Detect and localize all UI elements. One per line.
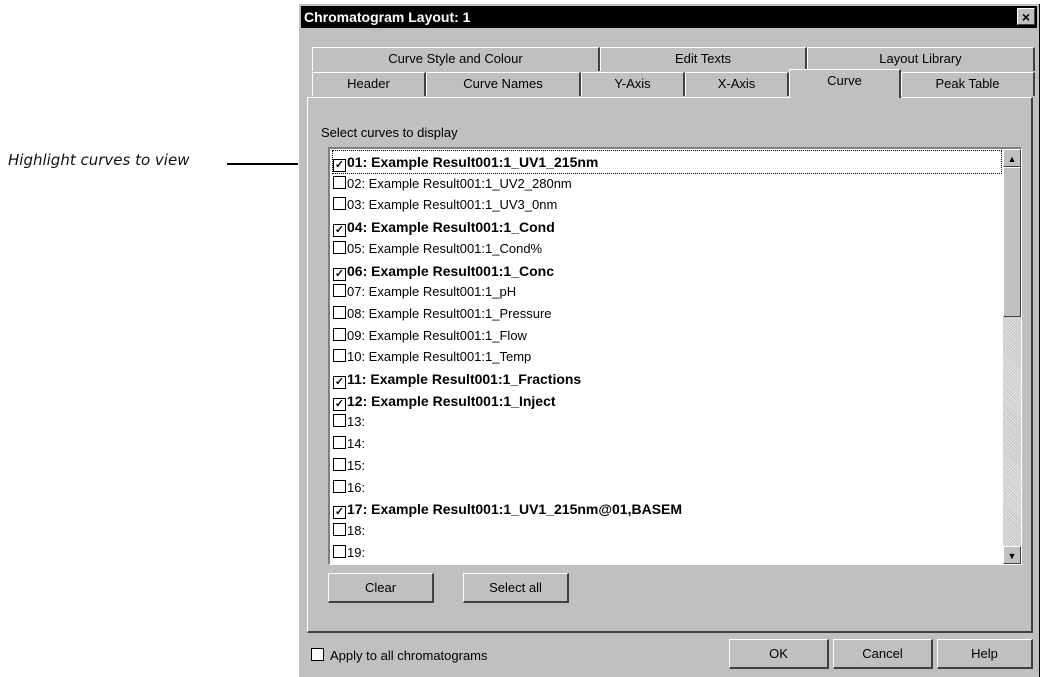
list-item[interactable]: 03: Example Result001:1_UV3_0nm bbox=[333, 194, 1001, 216]
checkbox-checked[interactable]: ✓ bbox=[333, 267, 346, 281]
list-item[interactable]: 09: Example Result001:1_Flow bbox=[333, 325, 1001, 347]
tab-x-axis[interactable]: X-Axis bbox=[685, 72, 789, 96]
checkbox-checked[interactable]: ✓ bbox=[333, 224, 346, 238]
tab-label: Curve bbox=[827, 73, 862, 88]
scroll-up-button[interactable]: ▲ bbox=[1003, 149, 1021, 167]
arrow-up-icon: ▲ bbox=[1007, 154, 1017, 164]
list-label: Select curves to display bbox=[321, 125, 458, 140]
list-item[interactable]: ✓ 04: Example Result001:1_Cond bbox=[333, 216, 1001, 238]
tab-label: Y-Axis bbox=[614, 76, 651, 91]
checkbox-checked[interactable]: ✓ bbox=[333, 506, 346, 520]
list-item[interactable]: 18: bbox=[333, 520, 1001, 542]
clear-button[interactable]: Clear bbox=[328, 573, 434, 603]
tab-label: Curve Style and Colour bbox=[388, 51, 523, 66]
checkbox[interactable] bbox=[333, 197, 346, 211]
tab-curve-names[interactable]: Curve Names bbox=[426, 72, 581, 96]
checkbox[interactable] bbox=[333, 327, 346, 341]
tab-label: Peak Table bbox=[935, 76, 1000, 91]
list-item[interactable]: ✓ 01: Example Result001:1_UV1_215nm bbox=[332, 150, 1002, 174]
scroll-down-button[interactable]: ▼ bbox=[1003, 546, 1021, 564]
tab-label: Header bbox=[347, 76, 390, 91]
checkbox[interactable] bbox=[333, 457, 346, 471]
curve-label: 06: Example Result001:1_Conc bbox=[347, 262, 554, 279]
curve-label: 01: Example Result001:1_UV1_215nm bbox=[347, 154, 599, 170]
checkbox[interactable] bbox=[333, 240, 346, 254]
curve-label: 15: bbox=[347, 457, 366, 473]
curve-label: 11: Example Result001:1_Fractions bbox=[347, 371, 582, 387]
curve-label: 12: Example Result001:1_Inject bbox=[347, 392, 556, 409]
curve-label: 13: bbox=[347, 414, 366, 430]
chromatogram-layout-dialog: Chromatogram Layout: 1 × Curve Style and… bbox=[298, 3, 1040, 677]
checkbox[interactable] bbox=[333, 305, 346, 319]
tab-curve[interactable]: Curve bbox=[789, 69, 901, 98]
tab-label: Layout Library bbox=[879, 51, 962, 66]
curve-label: 08: Example Result001:1_Pressure bbox=[347, 305, 552, 321]
scroll-thumb[interactable] bbox=[1003, 167, 1021, 317]
checkbox[interactable] bbox=[333, 175, 346, 189]
tab-curve-style-and-colour[interactable]: Curve Style and Colour bbox=[312, 47, 600, 71]
curve-label: 04: Example Result001:1_Cond bbox=[347, 219, 555, 236]
curve-label: 14: bbox=[347, 436, 366, 452]
curve-label: 05: Example Result001:1_Cond% bbox=[347, 240, 543, 256]
checkbox[interactable] bbox=[333, 414, 346, 428]
list-item[interactable]: ✓ 17: Example Result001:1_UV1_215nm@01,BA… bbox=[333, 498, 1001, 520]
curve-label: 10: Example Result001:1_Temp bbox=[347, 349, 532, 365]
list-item[interactable]: 07: Example Result001:1_pH bbox=[333, 281, 1001, 303]
list-item[interactable]: 13: bbox=[333, 411, 1001, 433]
cancel-button[interactable]: Cancel bbox=[833, 639, 933, 669]
checkbox[interactable] bbox=[333, 436, 346, 450]
tab-layout-library[interactable]: Layout Library bbox=[807, 47, 1035, 71]
apply-to-all-checkbox[interactable] bbox=[311, 648, 324, 661]
checkbox-checked[interactable]: ✓ bbox=[333, 397, 346, 411]
list-item[interactable]: ✓ 06: Example Result001:1_Conc bbox=[333, 260, 1001, 282]
curve-label: 02: Example Result001:1_UV2_280nm bbox=[347, 175, 572, 191]
list-item[interactable]: 08: Example Result001:1_Pressure bbox=[333, 303, 1001, 325]
checkbox[interactable] bbox=[333, 284, 346, 298]
list-item[interactable]: 02: Example Result001:1_UV2_280nm bbox=[333, 173, 1001, 195]
close-button[interactable]: × bbox=[1017, 8, 1035, 25]
select-all-button[interactable]: Select all bbox=[463, 573, 569, 603]
list-item[interactable]: 19: bbox=[333, 542, 1001, 564]
curve-label: 09: Example Result001:1_Flow bbox=[347, 327, 527, 343]
tab-peak-table[interactable]: Peak Table bbox=[901, 72, 1035, 96]
apply-to-all-label: Apply to all chromatograms bbox=[330, 648, 488, 663]
list-item[interactable]: ✓ 11: Example Result001:1_Fractions bbox=[333, 368, 1001, 390]
curve-label: 18: bbox=[347, 522, 366, 538]
tab-edit-texts[interactable]: Edit Texts bbox=[600, 47, 807, 71]
curve-label: 17: Example Result001:1_UV1_215nm@01,BAS… bbox=[347, 501, 683, 518]
list-item[interactable]: ✓ 12: Example Result001:1_Inject bbox=[333, 390, 1001, 412]
checkbox[interactable] bbox=[333, 349, 346, 363]
checkbox[interactable] bbox=[333, 544, 346, 558]
checkbox-checked[interactable]: ✓ bbox=[333, 376, 346, 389]
list-item[interactable]: 16: bbox=[333, 477, 1001, 499]
curve-label: 19: bbox=[347, 544, 366, 560]
curve-label: 03: Example Result001:1_UV3_0nm bbox=[347, 197, 558, 213]
list-item[interactable]: 14: bbox=[333, 433, 1001, 455]
checkbox[interactable] bbox=[333, 479, 346, 493]
checkbox[interactable] bbox=[333, 522, 346, 536]
vertical-scrollbar[interactable]: ▲ ▼ bbox=[1003, 149, 1021, 564]
list-item[interactable]: 15: bbox=[333, 455, 1001, 477]
arrow-down-icon: ▼ bbox=[1007, 551, 1017, 561]
tab-y-axis[interactable]: Y-Axis bbox=[581, 72, 685, 96]
apply-to-all-checkbox-row[interactable]: Apply to all chromatograms bbox=[311, 648, 488, 663]
ok-button[interactable]: OK bbox=[729, 639, 829, 669]
dialog-title: Chromatogram Layout: 1 bbox=[304, 9, 471, 25]
curve-label: 16: bbox=[347, 479, 366, 495]
dialog-titlebar[interactable]: Chromatogram Layout: 1 × bbox=[301, 6, 1037, 28]
tab-header[interactable]: Header bbox=[312, 72, 426, 96]
tab-label: Curve Names bbox=[463, 76, 543, 91]
curves-listbox[interactable]: ✓ 01: Example Result001:1_UV1_215nm 02: Ex… bbox=[328, 147, 1022, 565]
tab-label: X-Axis bbox=[717, 76, 756, 91]
help-button[interactable]: Help bbox=[937, 639, 1033, 669]
list-item[interactable]: 10: Example Result001:1_Temp bbox=[333, 346, 1001, 368]
list-item[interactable]: 05: Example Result001:1_Cond% bbox=[333, 238, 1001, 260]
tab-label: Edit Texts bbox=[674, 51, 732, 66]
checkbox-checked[interactable]: ✓ bbox=[333, 159, 346, 172]
annotation-text: Highlight curves to view bbox=[8, 151, 190, 169]
curve-label: 07: Example Result001:1_pH bbox=[347, 284, 517, 300]
